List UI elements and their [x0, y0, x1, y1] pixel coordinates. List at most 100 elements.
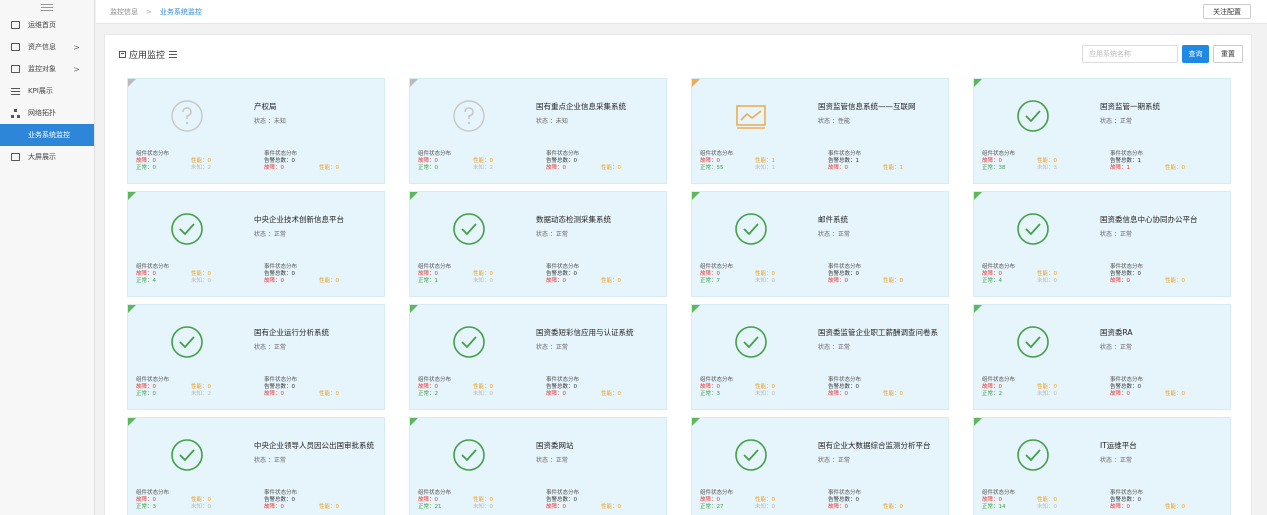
event-dist-label: 事件状态分布 [546, 151, 580, 157]
value: 0 [152, 271, 157, 277]
app-card[interactable]: 国资委网站 状态 ：正常 组件状态分布 事件状态分布 故障：0 性能：0 正常：21 未知：0… [409, 417, 667, 515]
app-card[interactable]: 邮件系统 状态 ：正常 组件状态分布 事件状态分布 故障：0 性能：0 正常：7 未知：0 告警… [691, 191, 949, 297]
app-card[interactable]: 国资监管一期系统 状态 ：正常 组件状态分布 事件状态分布 故障：0 性能：0 正常：38 未… [973, 78, 1231, 184]
event-dist-label: 事件状态分布 [1110, 377, 1144, 383]
query-button[interactable]: 查询 [1182, 45, 1209, 63]
camera-icon [10, 43, 20, 52]
app-card[interactable]: 国有重点企业信息采集系统 状态 ：未知 组件状态分布 事件状态分布 故障：0 性能：0 正常… [409, 78, 667, 184]
app-status: 状态 ：正常 [536, 457, 568, 464]
label: 正常： [136, 391, 153, 397]
sidebar-item-3[interactable]: KPI展示 [0, 80, 94, 102]
value: 0 [998, 158, 1003, 164]
sidebar-item-5[interactable]: 业务系统监控 [0, 124, 94, 146]
event-dist-label: 事件状态分布 [264, 490, 298, 496]
breadcrumb-root[interactable]: 监控信息 [110, 7, 138, 17]
status-corner-marker [692, 418, 700, 426]
value: 0 [844, 391, 849, 397]
check-circle-icon [1016, 325, 1050, 359]
sidebar-item-0[interactable]: 运维首页 [0, 14, 94, 36]
component-normal: 正常：7 [700, 278, 720, 285]
app-name: 邮件系统 [818, 215, 848, 224]
label: 未知： [191, 278, 208, 284]
label: 告警总数： [264, 271, 292, 277]
value: 3 [1053, 165, 1058, 171]
list-view-icon[interactable] [169, 50, 178, 58]
status-corner-marker [974, 79, 982, 87]
app-card[interactable]: 中央企业技术创新信息平台 状态 ：正常 组件状态分布 事件状态分布 故障：0 性能：0 正常… [127, 191, 385, 297]
app-card[interactable]: 国资委RA 状态 ：正常 组件状态分布 事件状态分布 故障：0 性能：0 正常：2 未知：0 告… [973, 304, 1231, 410]
value: 0 [207, 278, 212, 284]
follow-config-button[interactable]: 关注配置 [1203, 4, 1251, 19]
label: 正常： [418, 391, 435, 397]
app-status: 状态 ：性能 [818, 118, 850, 125]
component-perf: 性能：0 [1037, 497, 1057, 504]
app-card[interactable]: 国资委短彩信应用与认证系统 状态 ：正常 组件状态分布 事件状态分布 故障：0 性能：0 正… [409, 304, 667, 410]
value: 0 [562, 391, 567, 397]
app-name: 产权局 [254, 102, 277, 111]
event-fault: 故障：0 [264, 504, 284, 511]
app-name: 国有企业大数据综合监测分析平台 [818, 441, 931, 450]
value: 0 [573, 271, 578, 277]
label: 故障： [700, 158, 717, 164]
app-name: 国资委短彩信应用与认证系统 [536, 328, 634, 337]
component-unknown: 未知：3 [1037, 165, 1057, 172]
event-fault: 故障：0 [828, 504, 848, 511]
event-alarm-total: 告警总数：0 [264, 384, 295, 391]
sidebar-item-1[interactable]: 资产信息 > [0, 36, 94, 58]
status-corner-marker [410, 192, 418, 200]
label: 故障： [418, 158, 435, 164]
component-normal: 正常：2 [982, 391, 1002, 398]
app-card[interactable]: 国资监管信息系统——互联网 状态 ：性能 组件状态分布 事件状态分布 故障：0 性能：1 正… [691, 78, 949, 184]
reset-button[interactable]: 重置 [1213, 45, 1243, 63]
component-perf: 性能：0 [191, 158, 211, 165]
value: 0 [489, 504, 494, 510]
label: 未知： [755, 504, 772, 510]
component-unknown: 未知：2 [191, 391, 211, 398]
value: 0 [434, 158, 439, 164]
value: 0 [489, 384, 494, 390]
value: 0 [716, 384, 721, 390]
event-alarm-total: 告警总数：0 [546, 497, 577, 504]
sidebar-item-label: 监控对象 [28, 65, 56, 73]
app-card[interactable]: 国资委监管企业职工薪酬调查问卷系 状态 ：正常 组件状态分布 事件状态分布 故障：0 性能… [691, 304, 949, 410]
label: 性能： [1165, 504, 1182, 510]
app-card[interactable]: 国有企业大数据综合监测分析平台 状态 ：正常 组件状态分布 事件状态分布 故障：0 性能：… [691, 417, 949, 515]
app-name: 中央企业领导人员因公出国审批系统 [254, 441, 374, 450]
sidebar-item-2[interactable]: 监控对象 > [0, 58, 94, 80]
app-card[interactable]: 国资委信息中心协同办公平台 状态 ：正常 组件状态分布 事件状态分布 故障：0 性能：0 正… [973, 191, 1231, 297]
value: 0 [573, 497, 578, 503]
component-unknown: 未知：0 [755, 391, 775, 398]
component-fault: 故障：0 [418, 271, 438, 278]
label: 告警总数： [828, 384, 856, 390]
label: 未知： [191, 391, 208, 397]
event-perf: 性能：0 [1165, 165, 1185, 172]
component-unknown: 未知：0 [473, 504, 493, 511]
status-corner-marker [692, 192, 700, 200]
app-card[interactable]: 国有企业运行分析系统 状态 ：正常 组件状态分布 事件状态分布 故障：0 性能：0 正常：0… [127, 304, 385, 410]
sidebar-toggle[interactable] [0, 0, 94, 14]
sidebar-item-4[interactable]: 网络拓扑 [0, 102, 94, 124]
event-dist-label: 事件状态分布 [264, 151, 298, 157]
component-normal: 正常：21 [418, 504, 442, 511]
event-fault: 故障：0 [264, 278, 284, 285]
label: 故障： [828, 391, 845, 397]
event-perf: 性能：0 [319, 165, 339, 172]
label: 故障： [700, 497, 717, 503]
component-normal: 正常：3 [136, 504, 156, 511]
value: 0 [152, 165, 157, 171]
sidebar-item-label: 资产信息 [28, 43, 56, 51]
component-dist-label: 组件状态分布 [136, 490, 170, 496]
label: 告警总数： [546, 158, 574, 164]
value: 0 [207, 497, 212, 503]
event-alarm-total: 告警总数：0 [546, 271, 577, 278]
app-card[interactable]: 产权局 状态 ：未知 组件状态分布 事件状态分布 故障：0 性能：0 正常：0 未知：2 告警总… [127, 78, 385, 184]
app-card[interactable]: 中央企业领导人员因公出国审批系统 状态 ：正常 组件状态分布 事件状态分布 故障：0 性能… [127, 417, 385, 515]
app-name-search-input[interactable] [1082, 45, 1178, 63]
status-corner-marker [974, 418, 982, 426]
sidebar-item-6[interactable]: 大屏展示 [0, 146, 94, 168]
app-card[interactable]: 数据动态检测采集系统 状态 ：正常 组件状态分布 事件状态分布 故障：0 性能：0 正常：1… [409, 191, 667, 297]
label: 故障： [418, 271, 435, 277]
app-card[interactable]: IT运维平台 状态 ：正常 组件状态分布 事件状态分布 故障：0 性能：0 正常：14 未知：… [973, 417, 1231, 515]
component-normal: 正常：27 [700, 504, 724, 511]
label: 告警总数： [264, 497, 292, 503]
